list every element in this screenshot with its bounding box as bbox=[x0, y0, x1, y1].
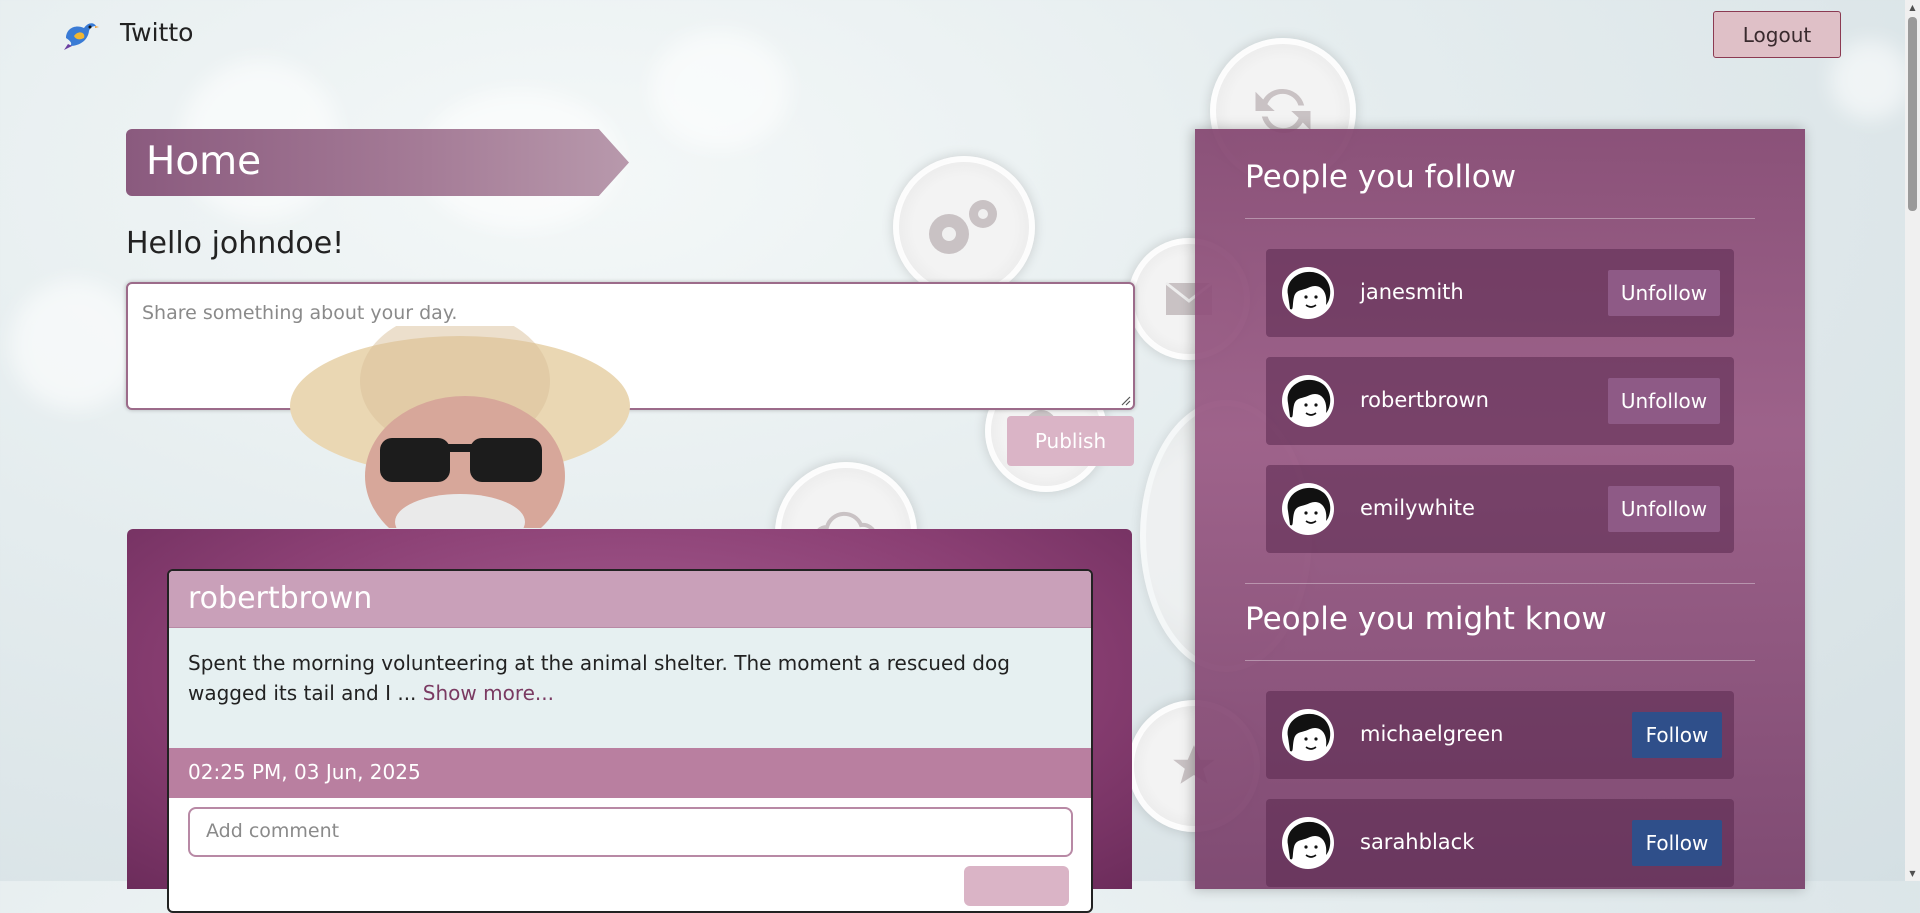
person-name[interactable]: robertbrown bbox=[1360, 388, 1489, 412]
following-item: janesmith Unfollow bbox=[1266, 249, 1734, 337]
suggestion-item: sarahblack Follow bbox=[1266, 799, 1734, 887]
person-name[interactable]: janesmith bbox=[1360, 280, 1464, 304]
people-sidebar: People you follow janesmith Unfollow rob… bbox=[1195, 129, 1805, 889]
post-card: robertbrown Spent the morning volunteeri… bbox=[167, 569, 1093, 913]
comment-placeholder: Add comment bbox=[206, 820, 340, 842]
comment-submit-button[interactable] bbox=[964, 866, 1069, 906]
person-name[interactable]: michaelgreen bbox=[1360, 722, 1503, 746]
logout-button[interactable]: Logout bbox=[1713, 11, 1841, 58]
gears-icon bbox=[893, 156, 1035, 298]
hero-photo bbox=[290, 326, 650, 528]
post-author[interactable]: robertbrown bbox=[188, 581, 372, 616]
app-brand[interactable]: Twitto bbox=[120, 18, 193, 47]
greeting: Hello johndoe! bbox=[126, 226, 345, 261]
page-title: Home bbox=[146, 139, 262, 184]
post-timestamp: 02:25 PM, 03 Jun, 2025 bbox=[188, 760, 421, 784]
follow-button[interactable]: Follow bbox=[1632, 712, 1722, 758]
page-scrollbar[interactable]: ▲ ▼ bbox=[1905, 0, 1920, 881]
suggestions-title: People you might know bbox=[1245, 601, 1607, 637]
following-item: emilywhite Unfollow bbox=[1266, 465, 1734, 553]
post-text-content: Spent the morning volunteering at the an… bbox=[188, 651, 1010, 705]
divider bbox=[1245, 218, 1755, 219]
scroll-up-icon[interactable]: ▲ bbox=[1905, 0, 1920, 15]
show-more-link[interactable]: Show more... bbox=[423, 681, 554, 705]
avatar-icon bbox=[1282, 817, 1334, 869]
divider bbox=[1245, 583, 1755, 584]
post-text: Spent the morning volunteering at the an… bbox=[188, 648, 1078, 708]
top-navbar: Twitto Logout bbox=[0, 0, 1905, 66]
person-name[interactable]: emilywhite bbox=[1360, 496, 1475, 520]
divider bbox=[1245, 660, 1755, 661]
scrollbar-thumb[interactable] bbox=[1908, 17, 1917, 211]
post-timestamp-bar: 02:25 PM, 03 Jun, 2025 bbox=[169, 748, 1091, 798]
page-title-banner: Home bbox=[126, 129, 629, 196]
suggestion-item: michaelgreen Follow bbox=[1266, 691, 1734, 779]
share-placeholder: Share something about your day. bbox=[142, 302, 458, 324]
comment-input[interactable]: Add comment bbox=[188, 807, 1073, 857]
feed-panel: robertbrown Spent the morning volunteeri… bbox=[127, 529, 1132, 913]
avatar-icon bbox=[1282, 709, 1334, 761]
scroll-down-icon[interactable]: ▼ bbox=[1905, 866, 1920, 881]
bird-logo-icon[interactable] bbox=[60, 14, 100, 54]
follow-button[interactable]: Follow bbox=[1632, 820, 1722, 866]
avatar-icon bbox=[1282, 267, 1334, 319]
following-title: People you follow bbox=[1245, 159, 1517, 195]
post-header: robertbrown bbox=[169, 571, 1091, 627]
avatar-icon bbox=[1282, 375, 1334, 427]
following-item: robertbrown Unfollow bbox=[1266, 357, 1734, 445]
person-name[interactable]: sarahblack bbox=[1360, 830, 1474, 854]
unfollow-button[interactable]: Unfollow bbox=[1608, 378, 1720, 424]
resize-handle-icon[interactable] bbox=[1121, 396, 1131, 406]
unfollow-button[interactable]: Unfollow bbox=[1608, 486, 1720, 532]
post-body: Spent the morning volunteering at the an… bbox=[169, 627, 1091, 748]
publish-button[interactable]: Publish bbox=[1007, 416, 1134, 466]
avatar-icon bbox=[1282, 483, 1334, 535]
unfollow-button[interactable]: Unfollow bbox=[1608, 270, 1720, 316]
